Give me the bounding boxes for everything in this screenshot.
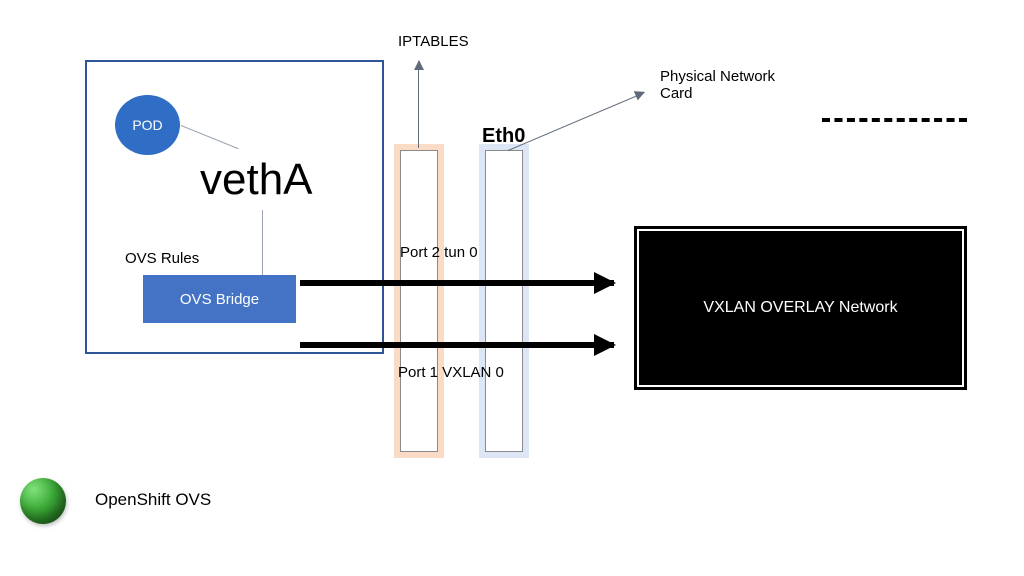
eth0-interface [485,150,523,452]
arrow-eth0-to-phys-card [508,92,645,151]
iptables-label: IPTABLES [398,33,469,50]
physical-network-card-label: Physical Network Card [660,68,775,103]
pod-label: POD [132,117,162,133]
ovs-rules-label: OVS Rules [125,250,199,267]
connector-vetha-to-bridge [262,210,263,275]
port2-tun0-label: Port 2 tun 0 [400,244,478,261]
ovs-bridge-box: OVS Bridge [143,275,296,323]
vetha-label: vethA [200,155,313,205]
arrow-ovs-to-vxlan-lower [300,342,614,348]
sphere-icon [20,478,66,524]
vxlan-overlay-label: VXLAN OVERLAY Network [703,299,897,317]
diagram-canvas: POD vethA OVS Rules OVS Bridge IPTABLES … [0,0,1024,576]
vxlan-overlay-network-box: VXLAN OVERLAY Network [634,226,967,390]
pod-circle: POD [115,95,180,155]
ovs-bridge-label: OVS Bridge [180,291,259,308]
diagram-title: OpenShift OVS [95,490,211,510]
physical-network-card-icon [822,118,967,122]
arrow-tun0-to-iptables [418,61,419,148]
tun0-interface [400,150,438,452]
arrow-ovs-to-vxlan-upper [300,280,614,286]
port1-vxlan0-label: Port 1 VXLAN 0 [398,364,504,381]
